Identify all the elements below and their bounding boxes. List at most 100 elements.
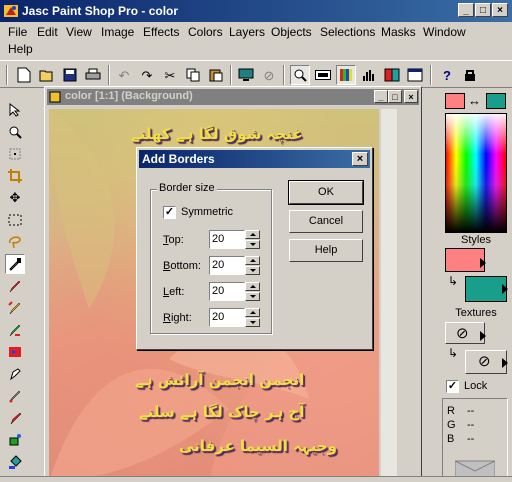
swap-textures-icon[interactable]: ↳ — [448, 346, 458, 360]
foreground-style-swatch[interactable] — [445, 248, 485, 272]
left-input[interactable]: 20 — [209, 282, 245, 301]
background-style-arrow-icon[interactable] — [502, 284, 508, 294]
menu-view[interactable]: View — [66, 25, 92, 39]
left-up-arrow-icon[interactable] — [245, 282, 260, 291]
paintbrush-icon[interactable] — [5, 276, 25, 296]
doc-minimize-button[interactable]: _ — [374, 90, 388, 103]
top-up-arrow-icon[interactable] — [245, 230, 260, 239]
bottom-down-arrow-icon[interactable] — [245, 266, 260, 275]
style-menu-arrow-icon[interactable] — [480, 258, 486, 268]
bottom-input[interactable]: 20 — [209, 256, 245, 275]
menu-colors[interactable]: Colors — [188, 25, 223, 39]
redo-icon[interactable]: ↷ — [137, 65, 157, 85]
document-title-bar[interactable]: color [1:1] (Background) _ □ × — [47, 89, 419, 105]
background-texture-swatch[interactable]: ⊘ — [465, 350, 507, 374]
picture-tube-icon[interactable] — [5, 408, 25, 428]
maximize-button[interactable]: □ — [475, 3, 491, 17]
ok-button[interactable]: OK — [288, 180, 364, 205]
dialog-title-bar[interactable]: Add Borders × — [139, 150, 370, 168]
clone-icon[interactable] — [5, 298, 25, 318]
overview-icon[interactable] — [405, 65, 425, 85]
tool-palette: ✥ — [0, 90, 30, 482]
swap-colors-icon[interactable]: ↔ — [468, 93, 481, 108]
menu-help[interactable]: Help — [8, 42, 33, 56]
bottom-up-arrow-icon[interactable] — [245, 256, 260, 265]
left-spinner[interactable]: 20 — [209, 282, 261, 301]
toggle-toolbar-icon[interactable] — [313, 65, 333, 85]
swap-styles-icon[interactable]: ↳ — [448, 274, 458, 288]
color-palette-icon[interactable] — [336, 65, 356, 85]
doc-maximize-button[interactable]: □ — [388, 90, 402, 103]
poem-line-4: وجیہہ السیما عرفانی — [179, 437, 337, 455]
menu-window[interactable]: Window — [423, 25, 466, 39]
symmetric-checkbox[interactable]: ✓ — [163, 206, 176, 219]
arrow-icon[interactable] — [5, 100, 25, 120]
poem-line-3: آج ہر چاک لگا ہے سلنے — [139, 403, 305, 421]
lock-checkbox[interactable]: ✓ — [446, 380, 459, 393]
help-button[interactable]: Help — [289, 239, 363, 262]
menu-objects[interactable]: Objects — [271, 25, 312, 39]
menu-image[interactable]: Image — [101, 25, 134, 39]
left-down-arrow-icon[interactable] — [245, 292, 260, 301]
menu-file[interactable]: File — [8, 25, 27, 39]
right-up-arrow-icon[interactable] — [245, 308, 260, 317]
right-label: Right: — [163, 312, 192, 324]
print-icon[interactable] — [83, 65, 103, 85]
layer-palette-icon[interactable] — [382, 65, 402, 85]
menu-selections[interactable]: Selections — [320, 25, 375, 39]
top-spinner[interactable]: 20 — [209, 230, 261, 249]
doc-close-button[interactable]: × — [404, 90, 418, 103]
menu-edit[interactable]: Edit — [37, 25, 58, 39]
full-screen-icon[interactable] — [236, 65, 256, 85]
airbrush-icon[interactable] — [5, 430, 25, 450]
bottom-label: Bottom: — [163, 260, 201, 272]
histogram-icon[interactable] — [359, 65, 379, 85]
mover-icon[interactable]: ✥ — [5, 188, 25, 208]
texture-menu-arrow-icon[interactable] — [480, 331, 486, 341]
retouch-icon[interactable] — [5, 342, 25, 362]
deform-icon[interactable] — [5, 144, 25, 164]
foreground-texture-swatch[interactable]: ⊘ — [445, 322, 485, 344]
symmetric-label: Symmetric — [181, 206, 233, 218]
undo-icon[interactable]: ↶ — [114, 65, 134, 85]
menu-effects[interactable]: Effects — [143, 25, 179, 39]
learning-center-icon[interactable] — [460, 65, 480, 85]
menu-masks[interactable]: Masks — [381, 25, 416, 39]
close-button[interactable]: × — [492, 3, 508, 17]
flood-fill-icon[interactable] — [5, 452, 25, 472]
minimize-button[interactable]: _ — [458, 3, 474, 17]
browse-icon[interactable]: ⊘ — [259, 65, 279, 85]
copy-icon[interactable] — [183, 65, 203, 85]
cut-icon[interactable]: ✂ — [160, 65, 180, 85]
bottom-spinner[interactable]: 20 — [209, 256, 261, 275]
right-spinner[interactable]: 20 — [209, 308, 261, 327]
selection-icon[interactable] — [5, 210, 25, 230]
save-icon[interactable] — [60, 65, 80, 85]
scratch-remover-icon[interactable] — [5, 364, 25, 384]
color-replacer-icon[interactable] — [5, 320, 25, 340]
help-icon[interactable]: ? — [437, 65, 457, 85]
open-icon[interactable] — [37, 65, 57, 85]
foreground-swatch[interactable] — [445, 93, 465, 109]
new-icon[interactable] — [14, 65, 34, 85]
background-texture-arrow-icon[interactable] — [502, 358, 508, 368]
cancel-button[interactable]: Cancel — [289, 210, 363, 233]
top-down-arrow-icon[interactable] — [245, 240, 260, 249]
dialog-close-button[interactable]: × — [352, 152, 368, 166]
menu-layers[interactable]: Layers — [229, 25, 265, 39]
freehand-icon[interactable] — [5, 232, 25, 252]
paste-icon[interactable] — [206, 65, 226, 85]
right-input[interactable]: 20 — [209, 308, 245, 327]
background-style-swatch[interactable] — [465, 276, 507, 302]
zoom-icon[interactable] — [290, 65, 310, 85]
top-input[interactable]: 20 — [209, 230, 245, 249]
vertical-scrollbar[interactable] — [381, 109, 397, 481]
right-down-arrow-icon[interactable] — [245, 318, 260, 327]
rgb-g-value: -- — [467, 419, 475, 431]
dropper-icon[interactable] — [5, 254, 25, 274]
color-picker[interactable] — [445, 113, 507, 233]
crop-icon[interactable] — [5, 166, 25, 186]
eraser-icon[interactable] — [5, 386, 25, 406]
zoom-tool-icon[interactable] — [5, 122, 25, 142]
background-swatch[interactable] — [486, 93, 506, 109]
